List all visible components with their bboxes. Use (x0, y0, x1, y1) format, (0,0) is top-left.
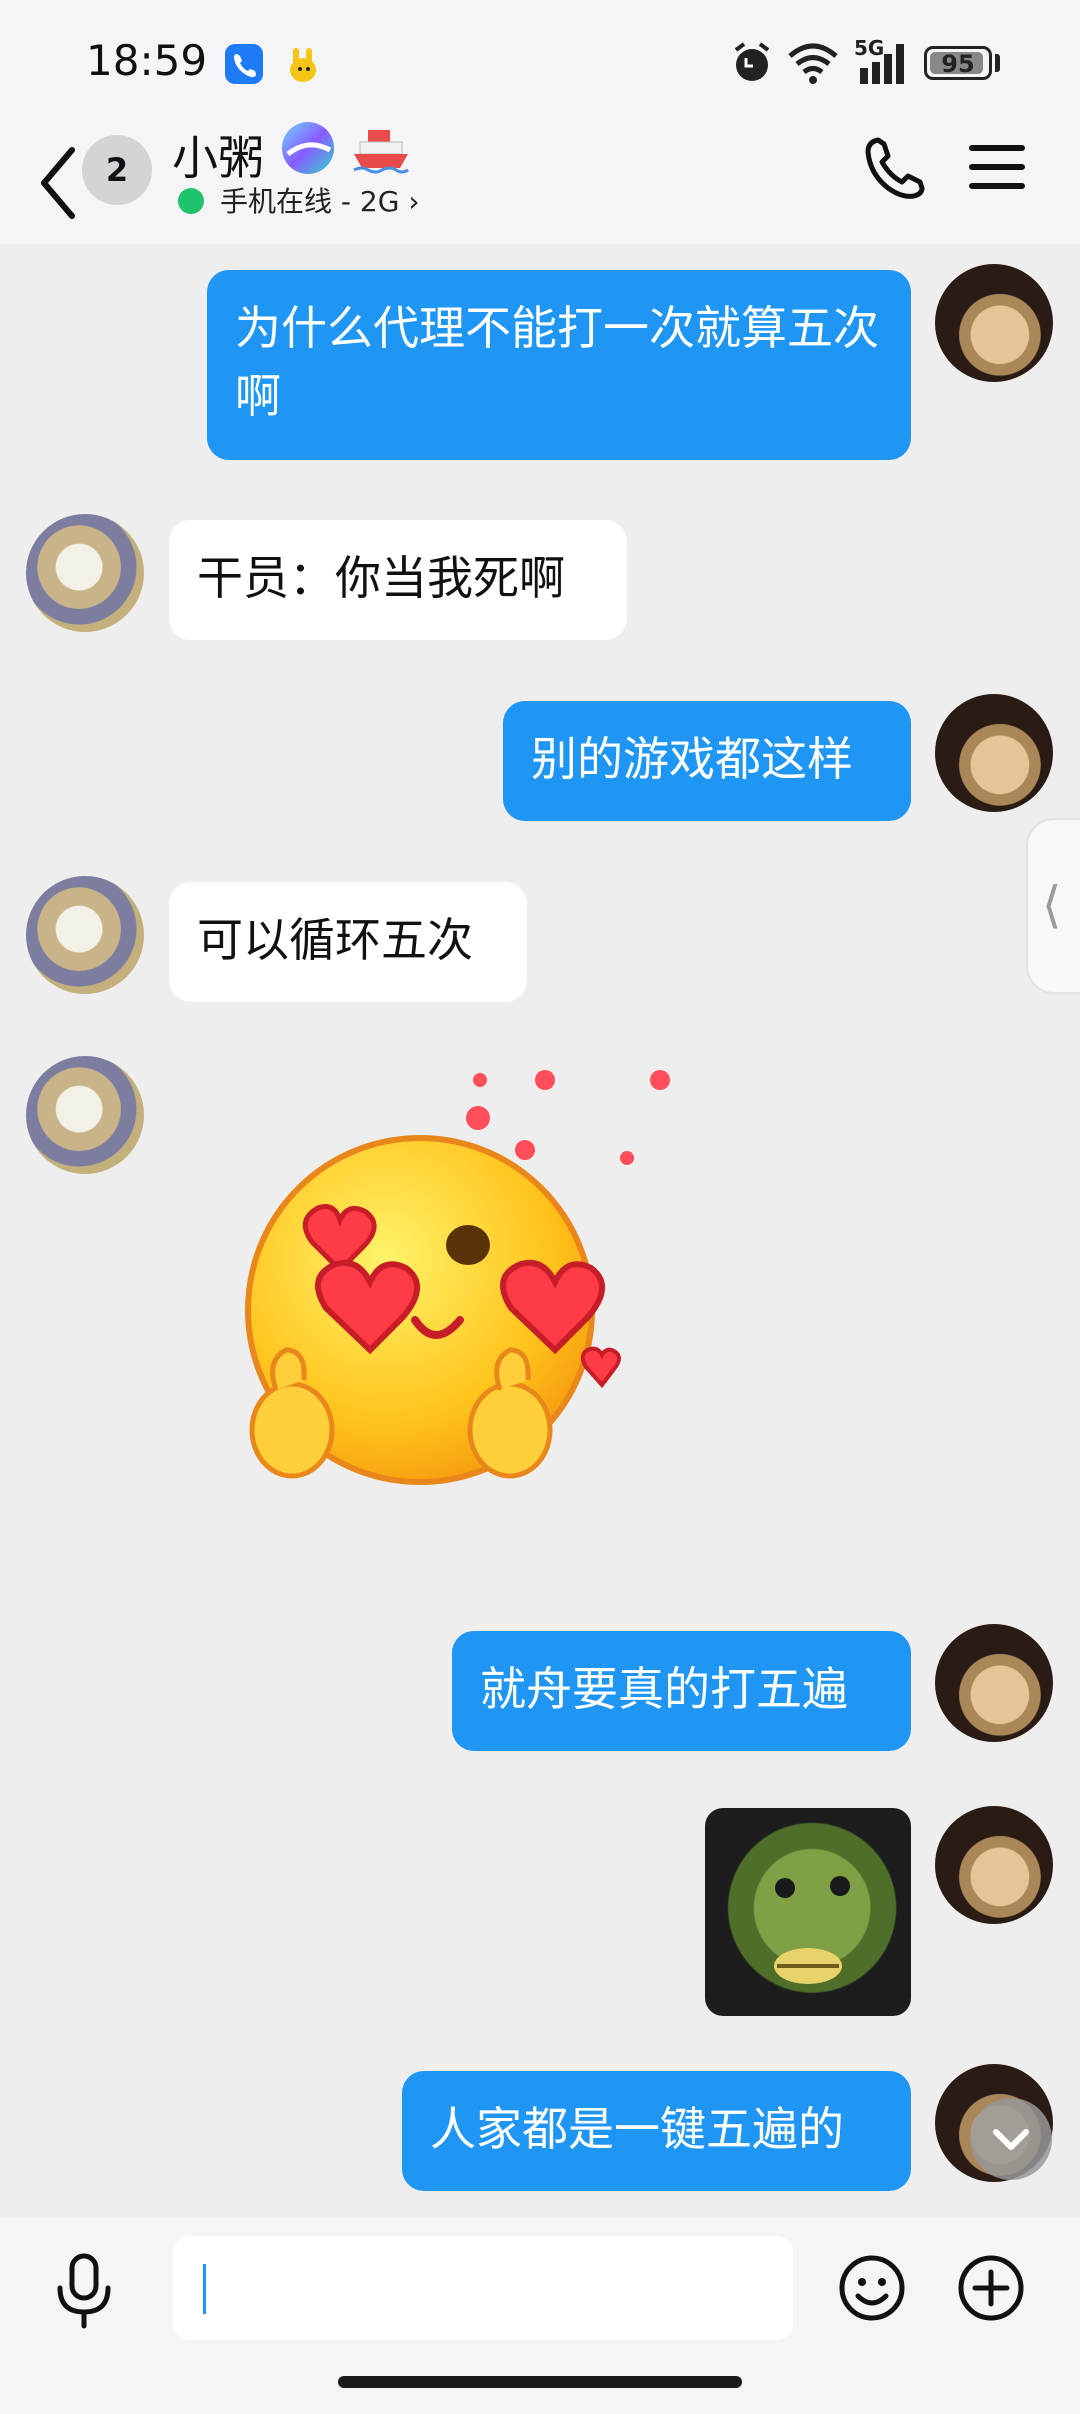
contact-avatar[interactable] (26, 514, 144, 632)
contact-name[interactable]: 小粥 (172, 122, 264, 188)
microphone-icon[interactable] (48, 2250, 120, 2330)
my-avatar[interactable] (935, 1806, 1053, 1924)
battery-percent: 95 (941, 50, 975, 78)
bunny-app-notification-icon (284, 44, 322, 84)
alarm-icon (734, 42, 770, 81)
phone-call-icon[interactable] (858, 132, 928, 202)
my-avatar[interactable] (935, 694, 1053, 812)
battery-cap (995, 54, 1000, 72)
online-status-text[interactable]: 手机在线 - 2G › (220, 180, 420, 220)
fish-face-image (774, 1876, 850, 1984)
side-panel-toggle[interactable]: ⟨ (1026, 818, 1080, 994)
plus-icon[interactable] (955, 2252, 1027, 2324)
chevron-left-icon: ⟨ (1042, 876, 1062, 934)
menu-icon[interactable] (962, 132, 1032, 202)
back-arrow-icon[interactable] (28, 138, 88, 228)
message-bubble-received[interactable]: 可以循环五次 (169, 882, 527, 1002)
battery-indicator: 95 (924, 46, 992, 80)
contact-avatar[interactable] (26, 876, 144, 994)
my-avatar[interactable] (935, 1624, 1053, 1742)
online-status-dot (178, 188, 204, 214)
message-bubble-sent[interactable]: 为什么代理不能打一次就算五次啊 (207, 270, 911, 460)
message-bubble-received[interactable]: 干员：你当我死啊 (169, 520, 627, 640)
phone-app-notification-icon (225, 44, 263, 84)
wifi-icon (788, 43, 838, 84)
message-bubble-sent[interactable]: 别的游戏都这样 (503, 701, 911, 821)
fish-mask-photo-message[interactable] (705, 1808, 911, 2016)
scroll-to-bottom-button[interactable] (970, 2098, 1052, 2180)
contact-avatar[interactable] (26, 1056, 144, 1174)
chevron-down-icon (993, 2129, 1029, 2150)
message-bubble-sent[interactable]: 人家都是一键五遍的 (402, 2071, 911, 2191)
emoji-icon[interactable] (836, 2252, 908, 2324)
home-indicator[interactable] (338, 2376, 742, 2388)
text-caret (203, 2264, 206, 2314)
ship-badge-icon (353, 130, 409, 174)
status-bar: 18:59 5G 95 (0, 0, 1080, 124)
message-bubble-sent[interactable]: 就舟要真的打五遍 (452, 1631, 911, 1751)
online-status-label: 手机在线 - 2G (220, 185, 400, 218)
my-avatar[interactable] (935, 264, 1053, 382)
status-time: 18:59 (86, 36, 208, 85)
heart-eyes-sticker[interactable] (220, 1050, 680, 1510)
unread-count-badge[interactable]: 2 (82, 135, 152, 205)
message-input[interactable] (173, 2236, 793, 2340)
colorful-orb-badge-icon (282, 122, 334, 174)
cellular-signal-icon (860, 44, 904, 84)
